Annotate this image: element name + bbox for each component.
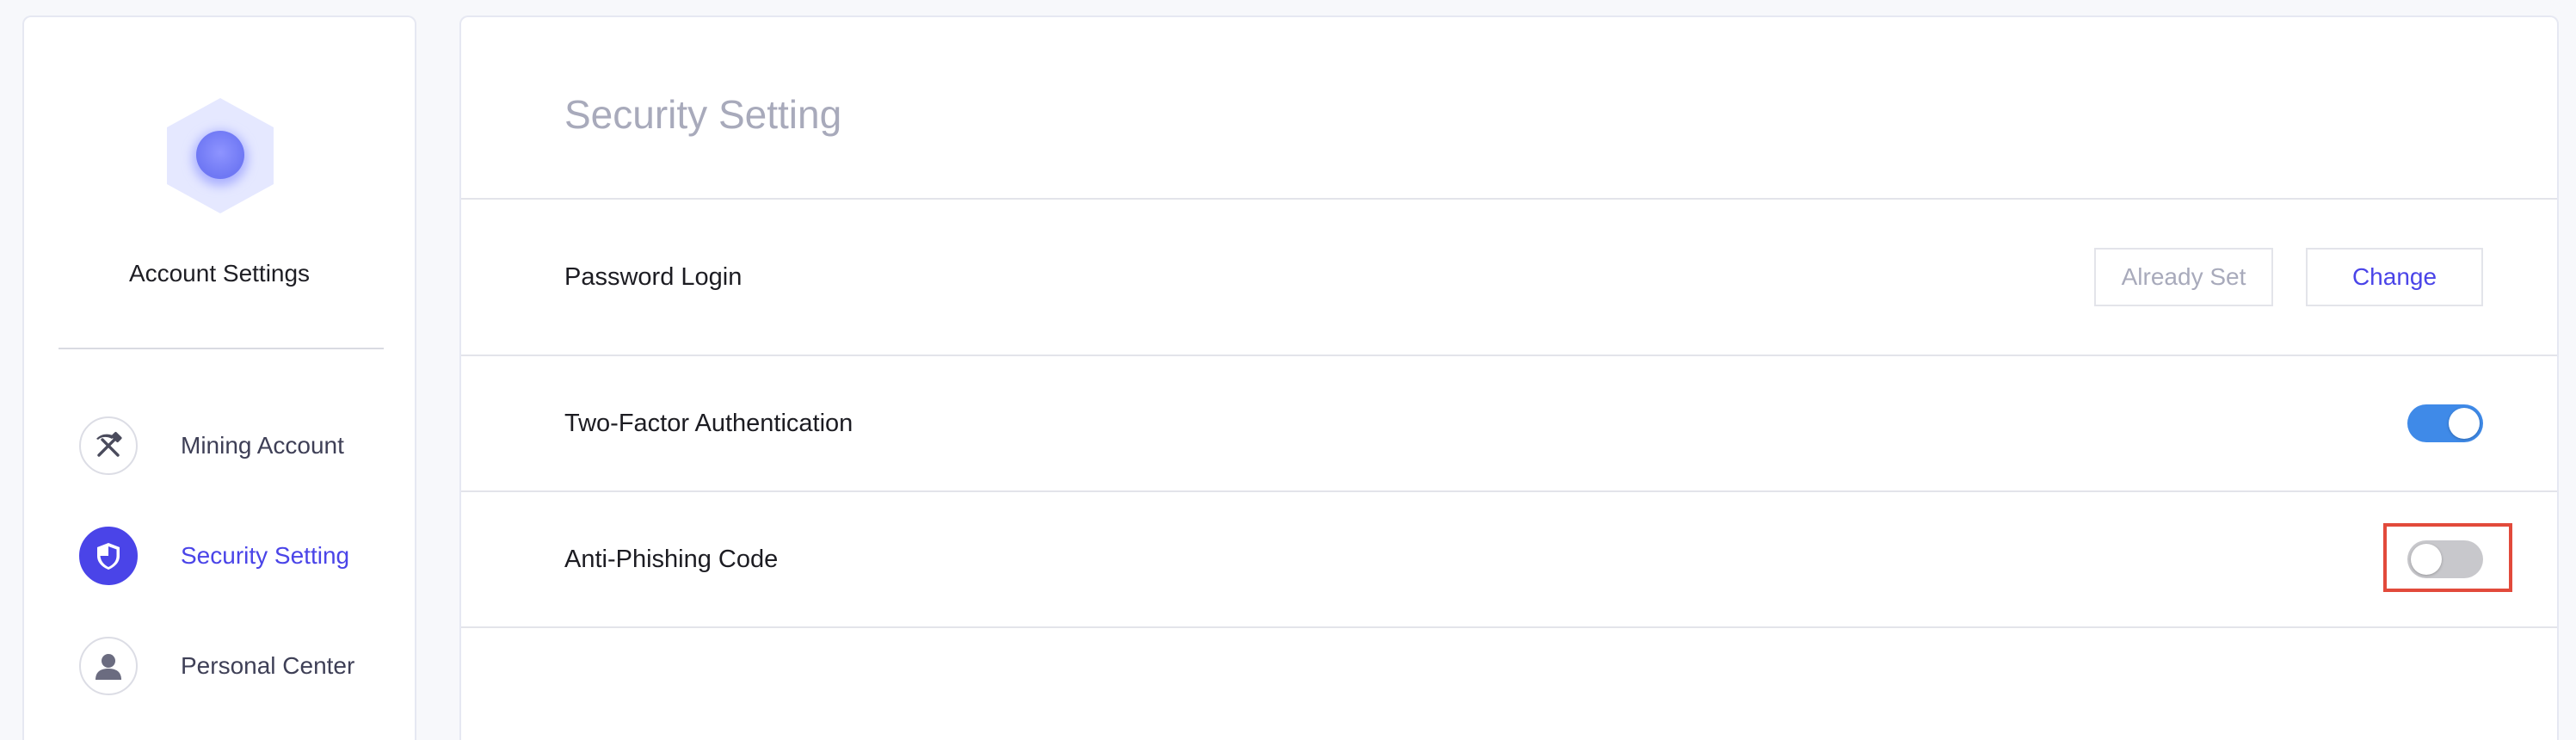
hexagon-avatar-icon	[167, 98, 274, 213]
sidebar-item-label: Security Setting	[181, 542, 350, 569]
two-factor-label: Two-Factor Authentication	[564, 410, 854, 437]
account-settings-title: Account Settings	[128, 260, 311, 287]
password-login-label: Password Login	[564, 263, 743, 291]
sidebar-item-label: Mining Account	[181, 432, 344, 459]
anti-phishing-label: Anti-Phishing Code	[564, 546, 779, 573]
account-avatar	[163, 96, 277, 215]
change-password-button[interactable]: Change	[2306, 248, 2483, 306]
sidebar-item-security-setting[interactable]: Security Setting	[79, 525, 372, 587]
toggle-knob	[2411, 544, 2442, 575]
page-title: Security Setting	[564, 92, 842, 137]
sidebar-item-personal-center[interactable]: Personal Center	[79, 635, 372, 697]
divider	[461, 626, 2557, 628]
page: Account Settings Mining Account Security…	[0, 0, 2576, 740]
security-settings-panel: Security Setting Password Login Already …	[459, 15, 2559, 740]
sidebar-item-mining-account[interactable]: Mining Account	[79, 415, 372, 477]
divider	[461, 355, 2557, 356]
divider	[461, 490, 2557, 492]
already-set-status: Already Set	[2094, 248, 2273, 306]
pickaxe-hammer-icon	[79, 416, 138, 475]
divider	[461, 198, 2557, 200]
sidebar-divider	[59, 348, 384, 349]
user-icon	[79, 637, 138, 695]
sidebar: Account Settings Mining Account Security…	[22, 15, 416, 740]
toggle-knob	[2449, 408, 2480, 439]
shield-icon	[79, 527, 138, 585]
sidebar-item-label: Personal Center	[181, 652, 355, 679]
two-factor-toggle[interactable]	[2407, 404, 2483, 442]
anti-phishing-toggle[interactable]	[2407, 540, 2483, 578]
